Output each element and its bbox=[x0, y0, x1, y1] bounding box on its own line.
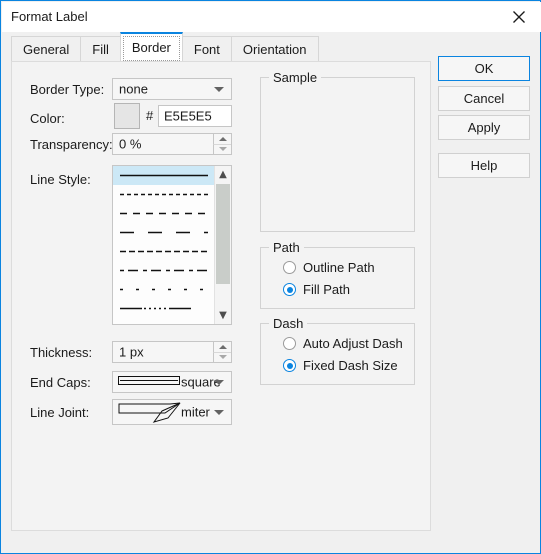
tab-label: General bbox=[23, 41, 70, 57]
cancel-button-label: Cancel bbox=[463, 91, 505, 106]
square-cap-preview-icon bbox=[118, 373, 180, 391]
radio-outline-path[interactable]: Outline Path bbox=[283, 260, 375, 275]
stepper-down-icon[interactable] bbox=[213, 143, 231, 154]
close-icon[interactable] bbox=[496, 2, 541, 32]
line-joint-combo[interactable]: miter bbox=[112, 399, 232, 425]
solid-dot-solid-line-preview-icon bbox=[120, 307, 208, 310]
border-type-label: Border Type: bbox=[30, 82, 105, 97]
line-style-item[interactable] bbox=[113, 280, 214, 299]
hash-symbol: # bbox=[146, 108, 154, 123]
apply-button-label: Apply bbox=[467, 120, 501, 135]
dash-dot-mixed-line-preview-icon bbox=[120, 269, 208, 272]
line-style-item[interactable] bbox=[113, 166, 214, 185]
border-type-combo[interactable]: none bbox=[112, 78, 232, 100]
radio-label: Fixed Dash Size bbox=[303, 358, 398, 373]
miter-joint-preview-icon bbox=[118, 402, 182, 429]
medium-dash-line-preview-icon bbox=[120, 212, 208, 215]
path-group-title: Path bbox=[269, 240, 304, 255]
help-button-label: Help bbox=[470, 158, 498, 173]
color-swatch[interactable] bbox=[114, 103, 140, 129]
sparse-dot-line-preview-icon bbox=[120, 288, 208, 291]
color-label: Color: bbox=[30, 111, 65, 126]
dense-dash-line-preview-icon bbox=[120, 250, 208, 253]
stepper-down-icon[interactable] bbox=[213, 351, 231, 362]
border-tab-panel: Border Type: none Color: # E5E5E5 Transp… bbox=[11, 61, 431, 531]
radio-button-icon[interactable] bbox=[283, 261, 296, 274]
tab-label: Orientation bbox=[242, 41, 307, 57]
tab-strip: General Fill Border Font Orientation bbox=[11, 32, 319, 61]
chevron-down-icon[interactable] bbox=[207, 372, 231, 392]
chevron-down-icon[interactable] bbox=[207, 79, 231, 99]
tab-orientation[interactable]: Orientation bbox=[230, 36, 319, 61]
window-title: Format Label bbox=[11, 9, 88, 24]
line-style-item[interactable] bbox=[113, 223, 214, 242]
chevron-down-icon[interactable] bbox=[207, 400, 231, 424]
color-hex-value: E5E5E5 bbox=[164, 108, 212, 124]
format-label-dialog: Format Label General Fill Border Font Or… bbox=[0, 0, 541, 554]
transparency-label: Transparency: bbox=[30, 137, 113, 152]
scrollbar-thumb[interactable] bbox=[216, 184, 230, 284]
radio-button-icon[interactable] bbox=[283, 359, 296, 372]
line-style-label: Line Style: bbox=[30, 172, 91, 187]
end-caps-label: End Caps: bbox=[30, 375, 91, 390]
line-joint-value: miter bbox=[181, 404, 210, 420]
help-button[interactable]: Help bbox=[438, 153, 530, 178]
stepper-up-icon[interactable] bbox=[213, 342, 231, 352]
transparency-stepper[interactable]: 0 % bbox=[112, 133, 232, 155]
path-group: Path Outline Path Fill Path bbox=[260, 240, 415, 309]
line-style-item[interactable] bbox=[113, 204, 214, 223]
transparency-value: 0 % bbox=[119, 136, 142, 152]
tab-fill[interactable]: Fill bbox=[80, 36, 121, 61]
border-type-value: none bbox=[119, 81, 148, 97]
tab-border[interactable]: Border bbox=[119, 32, 183, 61]
ok-button[interactable]: OK bbox=[438, 56, 530, 81]
line-style-listbox[interactable]: ▲ ▼ bbox=[112, 165, 232, 325]
line-style-item[interactable] bbox=[113, 299, 214, 318]
apply-button[interactable]: Apply bbox=[438, 115, 530, 140]
color-hex-input[interactable]: E5E5E5 bbox=[158, 105, 232, 127]
long-dash-line-preview-icon bbox=[120, 231, 208, 234]
solid-line-preview-icon bbox=[120, 174, 208, 177]
thickness-value: 1 px bbox=[119, 344, 144, 360]
scroll-down-icon[interactable]: ▼ bbox=[215, 307, 231, 324]
radio-auto-adjust-dash[interactable]: Auto Adjust Dash bbox=[283, 336, 403, 351]
tab-general[interactable]: General bbox=[11, 36, 82, 61]
end-caps-combo[interactable]: square bbox=[112, 371, 232, 393]
radio-fill-path[interactable]: Fill Path bbox=[283, 282, 350, 297]
radio-label: Fill Path bbox=[303, 282, 350, 297]
ok-button-label: OK bbox=[474, 61, 494, 76]
line-style-scrollbar[interactable]: ▲ ▼ bbox=[214, 166, 231, 324]
sample-group: Sample bbox=[260, 70, 415, 232]
line-style-items bbox=[113, 166, 214, 324]
tab-label: Fill bbox=[92, 41, 109, 57]
radio-label: Auto Adjust Dash bbox=[303, 336, 403, 351]
line-joint-label: Line Joint: bbox=[30, 405, 90, 420]
dash-group-title: Dash bbox=[269, 316, 308, 331]
line-style-item[interactable] bbox=[113, 185, 214, 204]
title-bar: Format Label bbox=[2, 2, 541, 32]
radio-fixed-dash-size[interactable]: Fixed Dash Size bbox=[283, 358, 398, 373]
tab-font[interactable]: Font bbox=[181, 36, 232, 61]
thickness-stepper[interactable]: 1 px bbox=[112, 341, 232, 363]
stepper-buttons[interactable] bbox=[213, 342, 231, 362]
cancel-button[interactable]: Cancel bbox=[438, 86, 530, 111]
line-style-item[interactable] bbox=[113, 261, 214, 280]
radio-button-icon[interactable] bbox=[283, 337, 296, 350]
line-style-item[interactable] bbox=[113, 242, 214, 261]
fine-dash-line-preview-icon bbox=[120, 193, 208, 196]
scroll-up-icon[interactable]: ▲ bbox=[215, 166, 231, 183]
tab-label: Border bbox=[131, 40, 171, 55]
stepper-buttons[interactable] bbox=[213, 134, 231, 154]
sample-group-title: Sample bbox=[269, 70, 322, 85]
dash-group: Dash Auto Adjust Dash Fixed Dash Size bbox=[260, 316, 415, 385]
tab-label: Font bbox=[193, 41, 220, 57]
radio-label: Outline Path bbox=[303, 260, 375, 275]
stepper-up-icon[interactable] bbox=[213, 134, 231, 144]
radio-button-icon[interactable] bbox=[283, 283, 296, 296]
thickness-label: Thickness: bbox=[30, 345, 93, 360]
